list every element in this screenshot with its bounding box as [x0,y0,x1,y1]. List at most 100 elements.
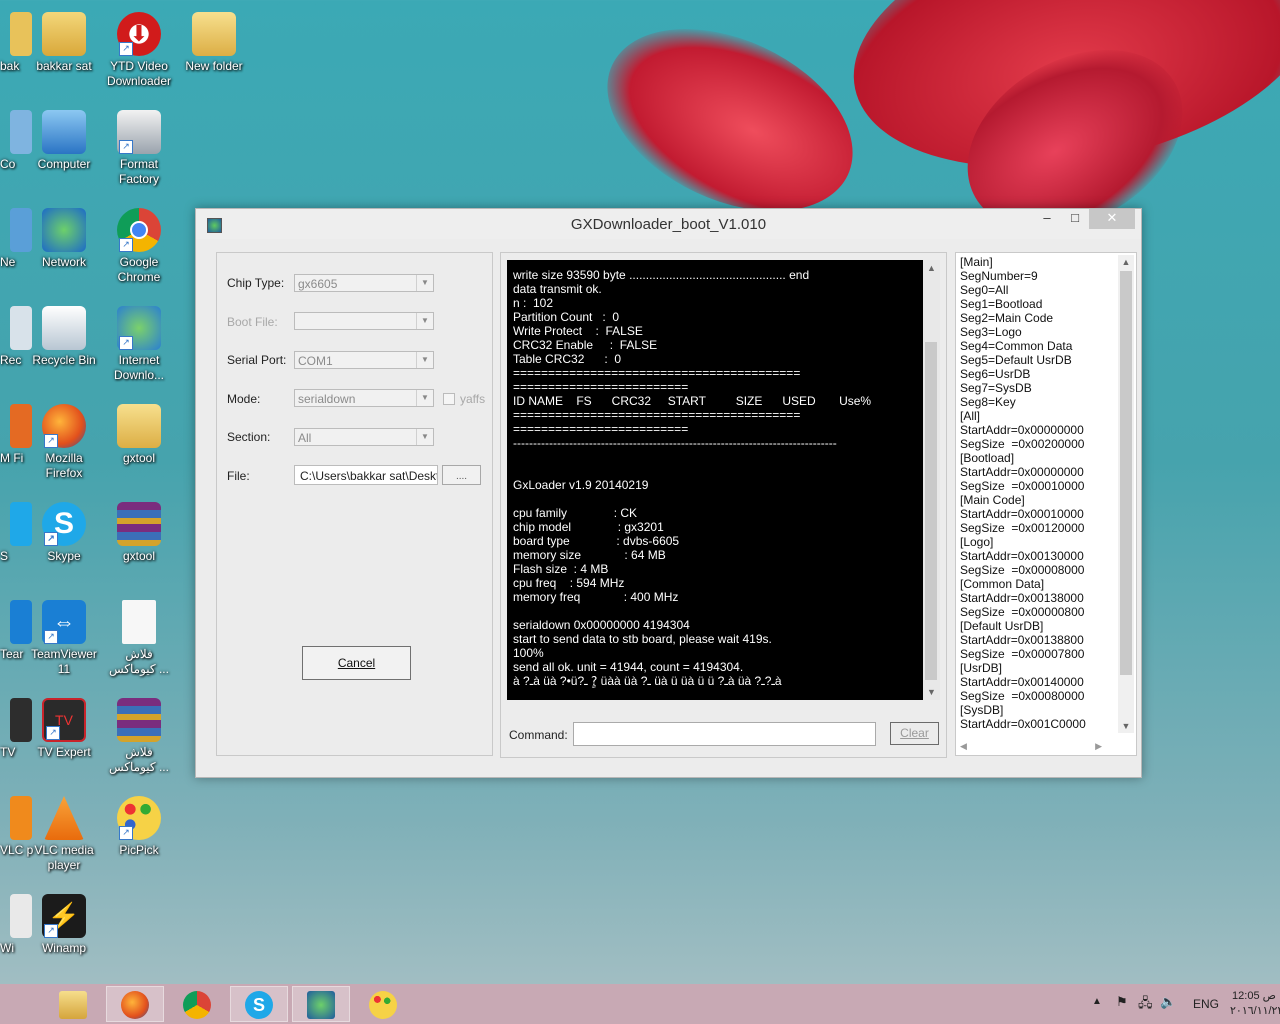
close-button[interactable]: ✕ [1089,209,1135,229]
scroll-thumb[interactable] [1120,271,1132,675]
scroll-up-icon[interactable]: ▲ [1118,255,1134,269]
scroll-down-icon[interactable]: ▼ [1118,719,1134,733]
log-line: ========================================… [513,408,801,422]
partition-info-text[interactable]: [Main] SegNumber=9 Seg0=All Seg1=Bootload Se… [960,255,1105,735]
partition-info-line: [SysDB] [960,703,1004,717]
chevron-down-icon: ▼ [416,429,433,445]
desktop-icon-vlc[interactable]: VLC media player [28,792,100,873]
action-center-flag-icon[interactable]: ⚑ [1116,994,1128,1010]
log-scrollbar[interactable]: ▲ ▼ [923,260,940,700]
desktop-icon-firefox[interactable]: ↗ Mozilla Firefox [28,400,100,481]
vlc-cone-icon [44,796,84,840]
folder-icon [117,404,161,448]
computer-icon [42,110,86,154]
desktop-icon-bakkar-sat[interactable]: bakkar sat [28,8,100,74]
network-tray-icon[interactable]: 🖧 [1138,994,1153,1016]
partition-info-line: Seg1=Bootload [960,297,1043,311]
desktop-icon-teamviewer[interactable]: ⇔ ↗ TeamViewer 11 [28,596,100,677]
partition-info-line: Seg5=Default UsrDB [960,353,1072,367]
partition-info-panel: [Main] SegNumber=9 Seg0=All Seg1=Bootload Se… [955,252,1137,756]
language-indicator[interactable]: ENG [1193,997,1219,1011]
partition-info-line: StartAddr=0x001C0000 [960,717,1086,731]
section-select[interactable]: All ▼ [294,428,434,446]
clear-button[interactable]: Clear [890,722,939,745]
desktop-icon-winamp[interactable]: ⚡ ↗ Winamp [28,890,100,956]
desktop-icon-tv-expert[interactable]: TV ↗ TV Expert [28,694,100,760]
firefox-icon: ↗ [42,404,86,448]
taskbar-picpick[interactable] [354,986,412,1022]
scroll-up-icon[interactable]: ▲ [923,260,940,276]
partition-info-line: SegSize =0x00007800 [960,647,1085,661]
log-line: à ?ـà üà ?•ü?ـ ?ٍ üàà üà ?ـ üà ü üà ü ü … [513,674,782,688]
log-line: Partition Count : 0 [513,310,620,324]
scroll-right-icon[interactable]: ▶ [1095,739,1102,753]
chip-type-select[interactable]: gx6605 ▼ [294,274,434,292]
desktop-icon-skype[interactable]: S ↗ Skype [28,498,100,564]
serial-port-label: Serial Port: [227,353,287,367]
desktop-icon-picpick[interactable]: ↗ PicPick [103,792,175,858]
desktop-icon-computer[interactable]: Computer [28,106,100,172]
desktop-icon-file-arabic-2[interactable]: فلاش كيوماكس ... [103,694,175,775]
log-line: send all ok. unit = 41944, count = 41943… [513,660,744,674]
serial-port-select[interactable]: COM1 ▼ [294,351,434,369]
partition-info-scrollbar[interactable]: ▲ ▼ [1118,255,1134,733]
yaffs-checkbox[interactable] [443,393,455,405]
log-line: ----------------------------------------… [513,436,837,450]
winrar-archive-icon [117,502,161,546]
recycle-bin-icon [42,306,86,350]
desktop-icon-chrome[interactable]: ↗ Google Chrome [103,204,175,285]
boot-file-label: Boot File: [227,315,278,329]
file-path-input[interactable]: C:\Users\bakkar sat\Deskt [294,465,438,485]
title-bar[interactable]: GXDownloader_boot_V1.010 – □ ✕ [196,209,1141,239]
log-line: cpu family : CK [513,506,638,520]
scroll-thumb[interactable] [925,342,937,680]
log-line: ========================================… [513,366,801,380]
desktop-icon-gxtool-folder[interactable]: gxtool [103,400,175,466]
chrome-icon [183,991,211,1019]
window-title: GXDownloader_boot_V1.010 [570,216,767,233]
taskbar-chrome[interactable] [168,986,226,1022]
taskbar-skype[interactable]: S [230,986,288,1022]
partition-info-line: [UsrDB] [960,661,1002,675]
log-line: Table CRC32 : 0 [513,352,622,366]
chevron-down-icon: ▼ [416,352,433,368]
clock[interactable]: 12:05 ص ٢٠١٦/١١/٢٢ [1230,989,1280,1019]
desktop-icon-new-folder[interactable]: New folder [178,8,250,74]
desktop-icon-ytd[interactable]: ⬇ ↗ YTD Video Downloader [103,8,175,89]
scroll-down-icon[interactable]: ▼ [923,684,940,700]
log-line: write size 93590 byte ..................… [513,268,810,282]
minimize-button[interactable]: – [1033,209,1061,229]
taskbar-file-explorer[interactable] [44,986,102,1022]
desktop-icon-format-factory[interactable]: ↗ Format Factory [103,106,175,187]
partition-info-line: StartAddr=0x00140000 [960,675,1084,689]
partition-info-line: Seg4=Common Data [960,339,1073,353]
log-line: ========================= [513,422,689,436]
taskbar-gxdownloader[interactable] [292,986,350,1022]
desktop-icon-gxtool-archive[interactable]: gxtool [103,498,175,564]
partition-info-hscrollbar[interactable]: ◀ ▶ [958,739,1116,753]
desktop-icon-idm[interactable]: ↗ Internet Downlo... [103,302,175,383]
scroll-left-icon[interactable]: ◀ [960,739,967,753]
yaffs-label: yaffs [460,392,486,406]
volume-icon[interactable]: 🔈 [1160,994,1176,1010]
log-output[interactable]: write size 93590 byte ..................… [507,260,923,700]
cancel-button[interactable]: Cancel [302,646,411,680]
command-input[interactable] [573,722,876,746]
partition-info-line: Seg6=UsrDB [960,367,1031,381]
maximize-button[interactable]: □ [1061,209,1089,229]
boot-file-select[interactable]: ▼ [294,312,434,330]
partition-info-line: StartAddr=0x00010000 [960,507,1084,521]
teamviewer-icon: ⇔ ↗ [42,600,86,644]
partition-info-line: StartAddr=0x00138000 [960,591,1084,605]
show-hidden-icons-button[interactable]: ▲ [1092,996,1102,1007]
desktop-icon-file-arabic-1[interactable]: فلاش كيوماكس ... [103,596,175,677]
partition-info-line: SegSize =0x00000800 [960,605,1085,619]
mode-select[interactable]: serialdown ▼ [294,389,434,407]
desktop-icon-recycle-bin[interactable]: Recycle Bin [28,302,100,368]
desktop-icon-network[interactable]: Network [28,204,100,270]
browse-button[interactable]: .... [442,465,481,485]
partition-info-line: StartAddr=0x00000000 [960,423,1084,437]
taskbar-firefox[interactable] [106,986,164,1022]
